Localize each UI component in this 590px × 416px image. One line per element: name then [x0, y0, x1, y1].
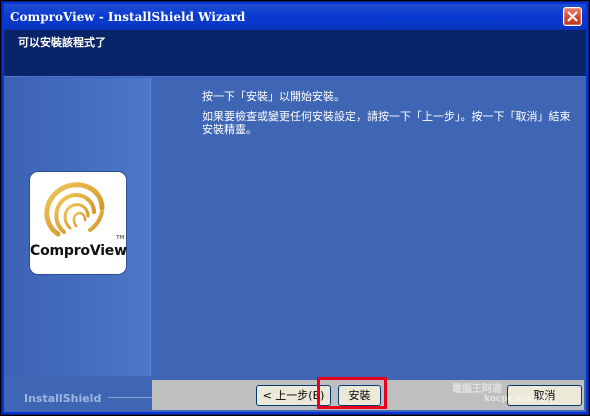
install-button-highlight	[317, 377, 387, 409]
main-content: TM ComproView 按一下「安裝」以開始安裝。 如果要檢查或變更任何安裝…	[4, 78, 586, 376]
wizard-frame: ComproView - InstallShield Wizard 可以安裝該程…	[0, 0, 590, 416]
watermark-line1: 電腦王阿達	[452, 384, 502, 395]
page-title: 可以安裝該程式了	[18, 36, 106, 49]
panel-divider	[150, 78, 152, 376]
installshield-wizard-window: ComproView - InstallShield Wizard 可以安裝該程…	[2, 2, 588, 414]
close-button[interactable]	[563, 7, 582, 26]
window-title: ComproView - InstallShield Wizard	[10, 10, 246, 24]
logo-text: ComproView	[30, 243, 127, 259]
footer-divider	[108, 397, 152, 398]
watermark-line2: kocpc.com.tw	[484, 394, 554, 404]
header-banner: 可以安裝該程式了	[4, 30, 586, 76]
installshield-brand: InstallShield	[24, 392, 102, 405]
close-icon	[567, 11, 578, 22]
instruction-text: 按一下「安裝」以開始安裝。	[202, 90, 345, 103]
trademark-label: TM	[116, 235, 125, 241]
title-bar[interactable]: ComproView - InstallShield Wizard	[4, 4, 586, 30]
details-text: 如果要檢查或變更任何安裝設定，請按一下「上一步」。按一下「取消」結束安裝精靈。	[202, 110, 571, 136]
comproview-logo: TM ComproView	[30, 172, 127, 274]
left-panel: TM ComproView	[4, 78, 150, 376]
